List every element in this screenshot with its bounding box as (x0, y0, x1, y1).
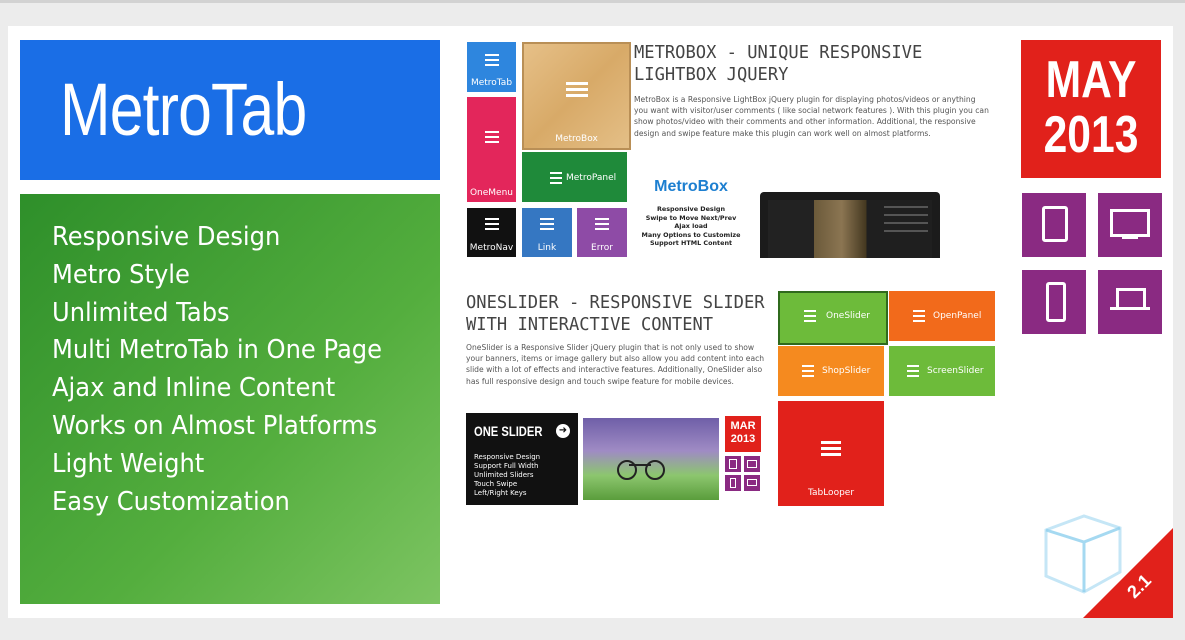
tile-label: MetroNav (469, 243, 514, 253)
mini-tablet-icon (725, 456, 741, 472)
feature-item: Responsive Design (52, 222, 281, 252)
promo-line: Responsive Design (656, 205, 726, 213)
monitor-icon (1110, 209, 1150, 237)
feature-item: Ajax and Inline Content (52, 373, 336, 404)
oneslider-heading-line1: ONESLIDER - RESPONSIVE SLIDER (466, 292, 765, 313)
tile-label: TabLooper (807, 488, 855, 498)
menu-icon (540, 218, 554, 233)
brand-title: MetroTab (60, 68, 307, 151)
menu-icon (595, 218, 609, 233)
mini-date-tile: MAR 2013 (725, 416, 761, 452)
feature-item: Easy Customization (52, 486, 290, 517)
promo-line: Unlimited Sliders (474, 471, 534, 479)
bike-wheel (645, 460, 665, 480)
tablet-comments (884, 206, 928, 246)
laptop-tile (1098, 270, 1162, 334)
promo-line: Touch Swipe (474, 480, 518, 488)
tile-label: MetroPanel (566, 173, 617, 183)
menu-icon (484, 218, 499, 233)
release-date-tile: MAY 2013 (1021, 40, 1161, 178)
tile-label: ScreenSlider (927, 366, 984, 376)
release-month: MAY (1045, 51, 1137, 109)
tablet-screenshot (760, 192, 940, 258)
menu-icon (802, 365, 814, 380)
tile-oneslider: OneSlider (778, 291, 888, 345)
phone-icon (1046, 282, 1066, 322)
bike-frame (629, 464, 651, 466)
tile-label: OneSlider (826, 311, 870, 321)
tile-label: OneMenu (469, 188, 514, 198)
mini-phone-icon (725, 475, 741, 491)
laptop-base (1110, 307, 1150, 310)
oneslider-promo-list: Responsive Design Support Full Width Unl… (474, 453, 540, 498)
tile-link: Link (522, 208, 572, 257)
oneslider-promo: ONE SLIDER ➜ Responsive Design Support F… (466, 413, 578, 505)
phone-tile (1022, 270, 1086, 334)
tile-openpanel: OpenPanel (889, 291, 995, 341)
tile-metrobox: MetroBox (522, 42, 631, 150)
top-divider (0, 0, 1185, 3)
menu-icon (565, 82, 588, 100)
tile-metrotab: MetroTab (467, 42, 516, 92)
tile-shopslider: ShopSlider (778, 346, 884, 396)
monitor-stand (1122, 236, 1138, 239)
promo-line: Swipe to Move Next/Prev (645, 213, 737, 222)
oneslider-heading-line2: WITH INTERACTIVE CONTENT (466, 314, 714, 335)
metrobox-promo: MetroBox Responsive Design Swipe to Move… (640, 178, 742, 256)
menu-icon (804, 310, 816, 325)
tile-label: Error (591, 243, 613, 253)
menu-icon (484, 131, 499, 146)
mini-laptop-icon (744, 475, 760, 491)
version-ribbon-shape (1083, 528, 1173, 618)
menu-icon (821, 441, 841, 459)
tablet-tile (1022, 193, 1086, 257)
version-ribbon: 2.1 (1083, 528, 1173, 618)
metrobox-promo-title: MetroBox (654, 178, 728, 195)
tile-onemenu: OneMenu (467, 97, 516, 202)
feature-item: Works on Almost Platforms (52, 410, 378, 441)
metrobox-heading-line2: LIGHTBOX JQUERY (634, 64, 789, 85)
promo-line: Support Full Width (474, 462, 539, 470)
logo-tile: MetroTab (20, 40, 440, 180)
menu-icon (907, 365, 919, 380)
feature-item: Metro Style (52, 259, 190, 290)
tile-metronav: MetroNav (467, 208, 516, 257)
tile-error: Error (577, 208, 627, 257)
tablet-icon (1042, 206, 1068, 242)
metrobox-description: MetroBox is a Responsive LightBox jQuery… (634, 95, 989, 138)
tile-label: Link (537, 243, 557, 253)
features-tile: Responsive Design Metro Style Unlimited … (20, 194, 440, 604)
metrobox-heading-line1: METROBOX - UNIQUE RESPONSIVE (634, 42, 923, 63)
bike-wheel (617, 460, 637, 480)
promo-line: Support HTML Content (649, 239, 733, 248)
release-year: 2013 (1043, 106, 1139, 164)
feature-list: Responsive Design Metro Style Unlimited … (52, 219, 407, 521)
menu-icon (913, 310, 925, 325)
promo-line: Left/Right Keys (474, 489, 527, 497)
tile-metropanel: MetroPanel (522, 152, 627, 202)
promo-line: Ajax load (674, 222, 708, 231)
oneslider-promo-title: ONE SLIDER (474, 423, 543, 439)
mini-date-month: MAR (730, 420, 756, 432)
tile-label: OpenPanel (933, 311, 982, 321)
tile-label: ShopSlider (822, 366, 871, 376)
mini-monitor-icon (744, 456, 760, 472)
metrobox-promo-list: Responsive Design Swipe to Move Next/Pre… (640, 205, 742, 248)
promo-line: Many Options to Customize (641, 230, 741, 239)
arrow-right-icon: ➜ (556, 424, 570, 438)
tile-screenslider: ScreenSlider (889, 346, 995, 396)
menu-icon (550, 172, 562, 187)
promo-line: Responsive Design (474, 453, 541, 461)
tile-label: MetroTab (470, 78, 513, 88)
menu-icon (484, 54, 499, 69)
feature-item: Multi MetroTab in One Page (52, 335, 383, 366)
feature-item: Light Weight (52, 448, 205, 479)
oneslider-description: OneSlider is a Responsive Slider jQuery … (466, 343, 765, 386)
tile-tablooper: TabLooper (778, 401, 884, 506)
tile-label: MetroBox (555, 134, 598, 144)
bicycle-photo (583, 418, 719, 500)
mini-date-year: 2013 (730, 433, 756, 445)
feature-item: Unlimited Tabs (52, 297, 230, 328)
monitor-tile (1098, 193, 1162, 257)
